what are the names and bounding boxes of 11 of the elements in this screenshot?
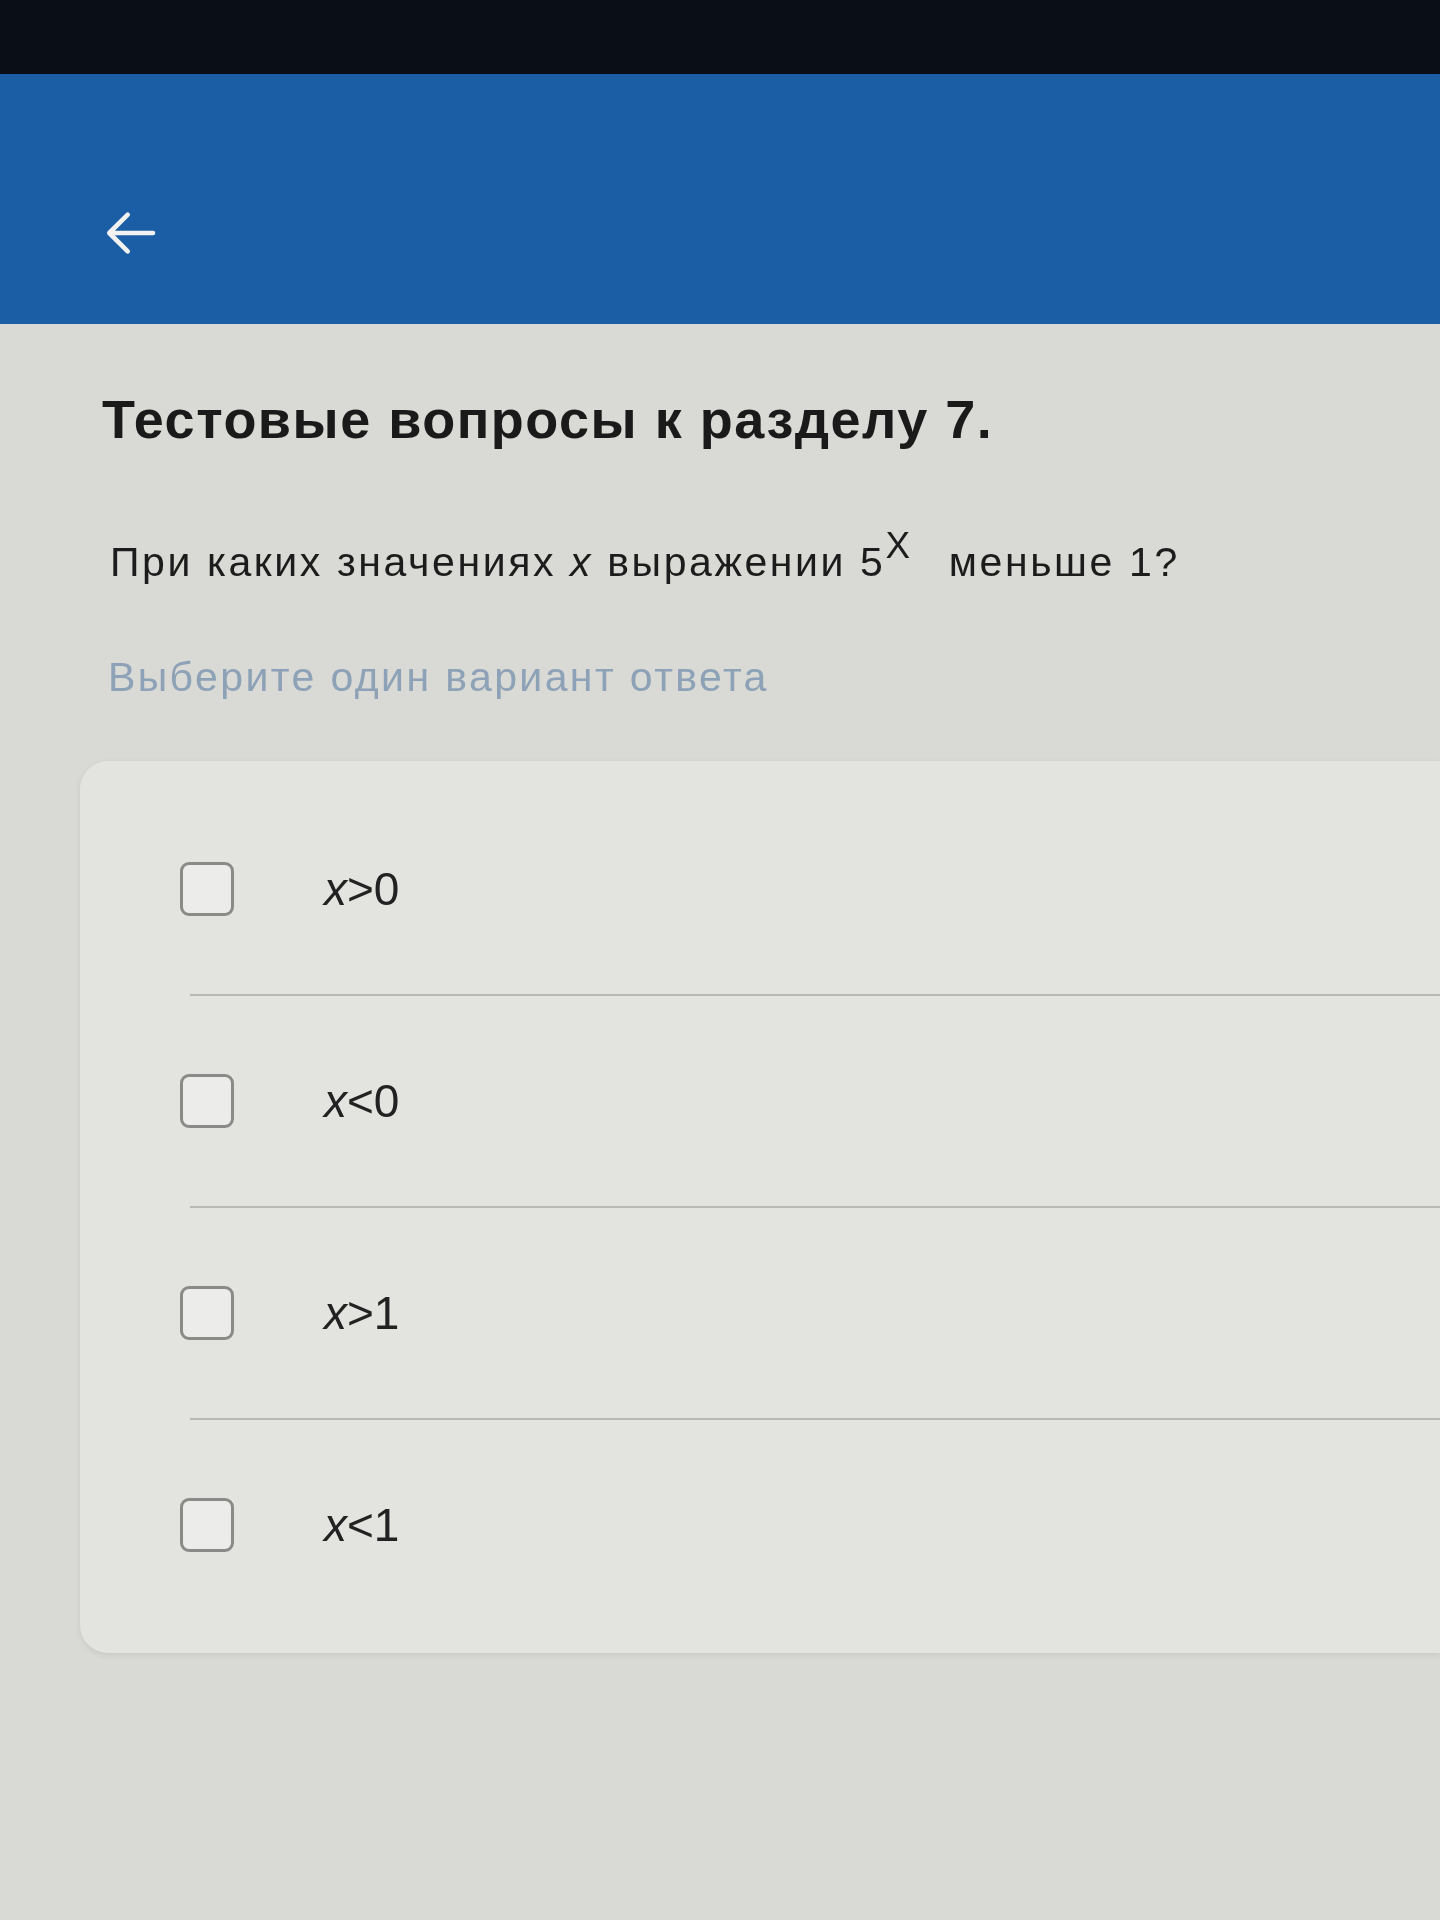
checkbox[interactable] [180, 1074, 234, 1128]
option-label[interactable]: x<1 [324, 1498, 400, 1552]
checkbox[interactable] [180, 1286, 234, 1340]
checkbox[interactable] [180, 1498, 234, 1552]
answer-hint: Выберите один вариант ответа [108, 654, 770, 701]
checkbox[interactable] [180, 862, 234, 916]
option-label[interactable]: x>1 [324, 1286, 400, 1340]
question-text: При каких значениях x выражении 5$^{X}$ меньше 1? [110, 524, 1181, 588]
page-title: Тестовые вопросы к разделу 7. [102, 388, 995, 451]
option-label[interactable]: x>0 [324, 862, 400, 916]
option-label[interactable]: x<0 [324, 1074, 400, 1128]
